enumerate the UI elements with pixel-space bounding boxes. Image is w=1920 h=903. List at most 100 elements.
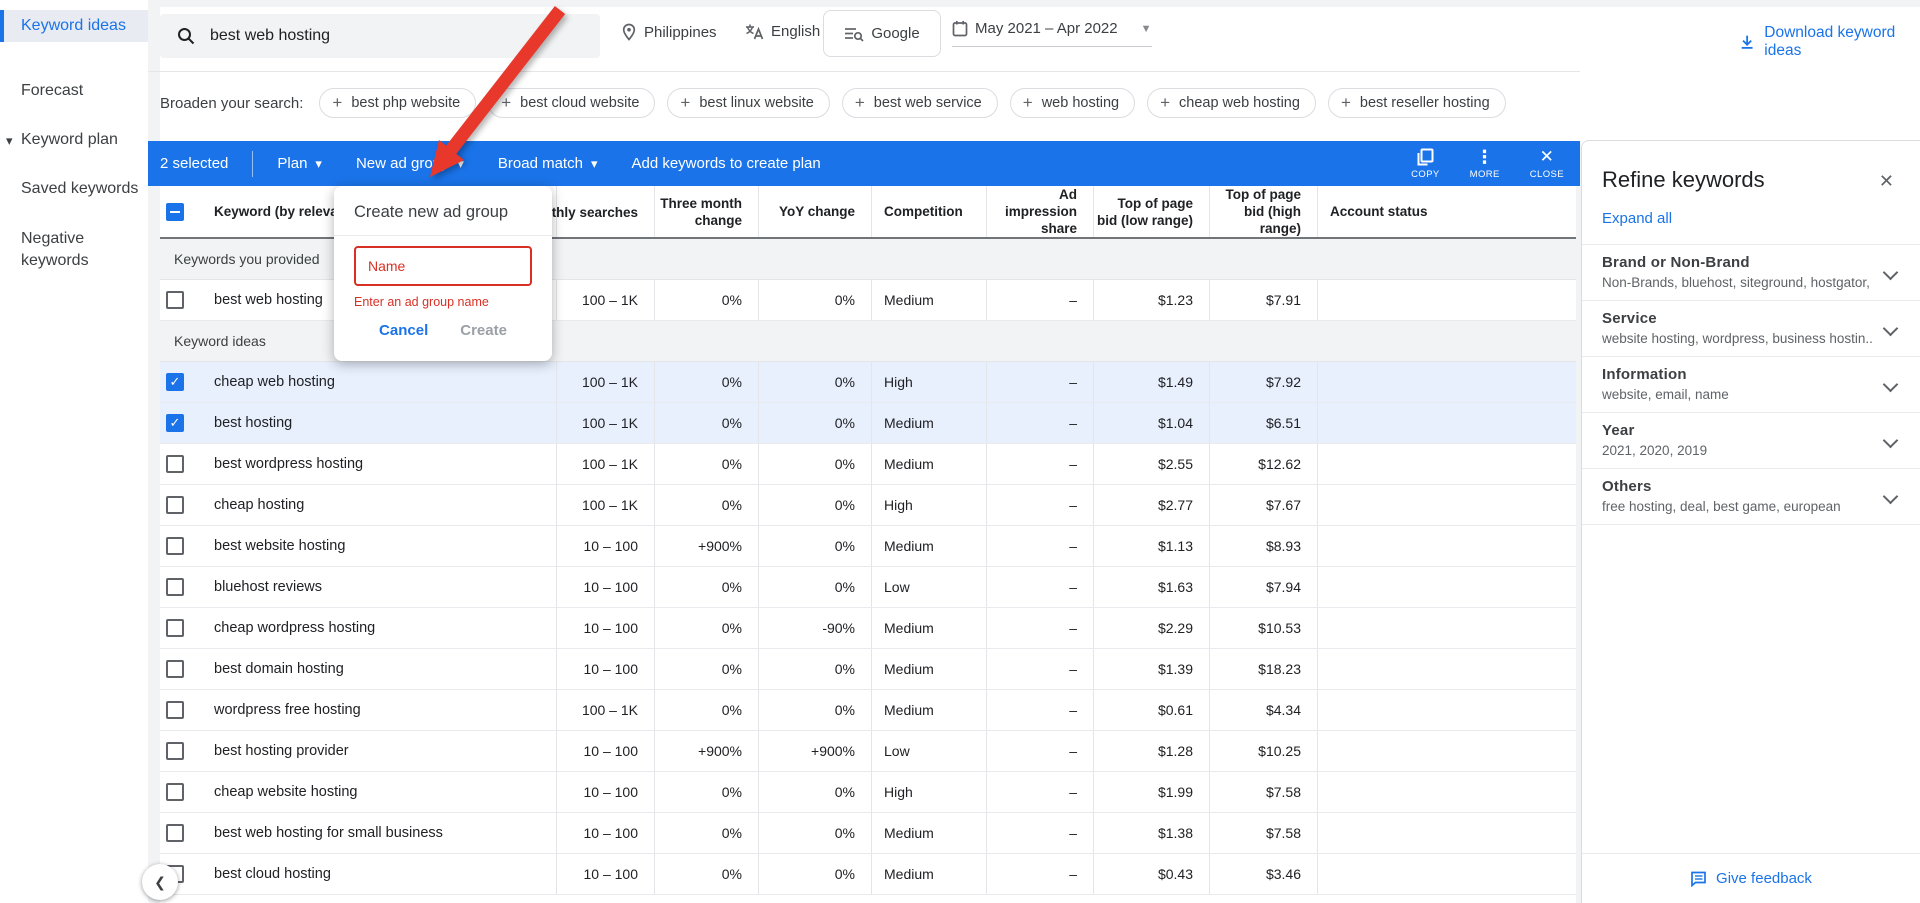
keyword-text: best web hosting for small business	[214, 825, 443, 841]
header-competition[interactable]: Competition	[872, 186, 987, 237]
network-selector[interactable]: Google	[823, 10, 941, 57]
table-row: best website hosting 10 – 100 +900% 0% M…	[160, 526, 1576, 567]
header-top-bid-high[interactable]: Top of page bid (high range)	[1210, 186, 1318, 237]
chip-label: best reseller hosting	[1360, 95, 1490, 111]
sidebar-item-saved-keywords[interactable]: Saved keywords	[0, 180, 148, 198]
sidebar-item-negative-keywords[interactable]: Negative keywords	[0, 228, 148, 272]
table-row: best cloud hosting 10 – 100 0% 0% Medium…	[160, 854, 1576, 895]
header-account-status[interactable]: Account status	[1318, 186, 1576, 237]
avg-searches-cell: 100 – 1K	[557, 362, 655, 402]
sidebar-item-label: Keyword ideas	[21, 17, 126, 35]
ad-group-name-input[interactable]: Name	[354, 246, 532, 286]
row-checkbox[interactable]	[166, 824, 184, 842]
search-input[interactable]: best web hosting	[160, 14, 600, 58]
header-label: Account status	[1330, 203, 1428, 220]
sidebar: Keyword ideas Forecast Keyword plan Save…	[0, 0, 148, 903]
row-checkbox[interactable]	[166, 578, 184, 596]
account-status-cell	[1318, 444, 1576, 484]
competition-cell: Low	[872, 731, 987, 771]
table-row: best wordpress hosting 100 – 1K 0% 0% Me…	[160, 444, 1576, 485]
select-all-checkbox[interactable]	[166, 203, 184, 221]
header-ad-impression-share[interactable]: Ad impression share	[987, 186, 1094, 237]
header-label: Top of page bid (low range)	[1094, 195, 1193, 229]
ad-impression-share-cell: –	[987, 567, 1094, 607]
yoy-change-cell: 0%	[759, 362, 872, 402]
account-status-cell	[1318, 649, 1576, 689]
top-bid-high-cell: $18.23	[1210, 649, 1318, 689]
create-button[interactable]: Create	[460, 322, 507, 339]
account-status-cell	[1318, 690, 1576, 730]
broaden-chip[interactable]: best cloud website	[488, 88, 655, 118]
refine-section[interactable]: Service website hosting, wordpress, busi…	[1582, 301, 1920, 357]
header-top-bid-low[interactable]: Top of page bid (low range)	[1094, 186, 1210, 237]
top-bid-low-cell: $1.39	[1094, 649, 1210, 689]
row-checkbox[interactable]	[166, 701, 184, 719]
popup-actions: Cancel Create	[354, 322, 532, 339]
ad-impression-share-cell: –	[987, 649, 1094, 689]
sidebar-item-keyword-plan[interactable]: Keyword plan	[0, 131, 148, 149]
competition-cell: High	[872, 362, 987, 402]
broaden-chip[interactable]: cheap web hosting	[1147, 88, 1316, 118]
row-checkbox[interactable]	[166, 414, 184, 432]
refine-section[interactable]: Brand or Non-Brand Non-Brands, bluehost,…	[1582, 245, 1920, 301]
keyword-text: best web hosting	[214, 292, 323, 308]
scroll-left-button[interactable]	[142, 864, 178, 900]
header-avg-monthly-searches[interactable]: Avg. monthly searches	[557, 186, 655, 237]
keyword-text: best domain hosting	[214, 661, 344, 677]
more-button[interactable]: MORE	[1470, 148, 1500, 180]
refine-section-subtitle: website, email, name	[1602, 387, 1874, 402]
row-checkbox[interactable]	[166, 291, 184, 309]
expand-all-link[interactable]: Expand all	[1602, 210, 1672, 227]
row-checkbox[interactable]	[166, 660, 184, 678]
header-three-month-change[interactable]: Three month change	[655, 186, 759, 237]
date-range-selector[interactable]: May 2021 – Apr 2022	[952, 20, 1152, 47]
language-selector[interactable]: English	[745, 23, 820, 40]
broaden-chip[interactable]: best linux website	[667, 88, 829, 118]
broaden-chip[interactable]: best reseller hosting	[1328, 88, 1506, 118]
header-label: Ad impression share	[987, 186, 1077, 237]
table-row: cheap hosting 100 – 1K 0% 0% High – $2.7…	[160, 485, 1576, 526]
broaden-chip[interactable]: web hosting	[1010, 88, 1135, 118]
row-checkbox[interactable]	[166, 373, 184, 391]
row-checkbox-cell	[160, 608, 214, 648]
new-ad-group-dropdown[interactable]: New ad group	[356, 155, 464, 172]
top-bid-low-cell: $1.99	[1094, 772, 1210, 812]
download-keyword-ideas-button[interactable]: Download keyword ideas	[1739, 24, 1920, 60]
yoy-change-cell: 0%	[759, 649, 872, 689]
competition-cell: Medium	[872, 608, 987, 648]
refine-section-subtitle: Non-Brands, bluehost, siteground, hostga…	[1602, 275, 1874, 290]
table-row: best domain hosting 10 – 100 0% 0% Mediu…	[160, 649, 1576, 690]
top-bid-low-cell: $1.63	[1094, 567, 1210, 607]
keyword-cell: bluehost reviews	[214, 567, 557, 607]
header-yoy-change[interactable]: YoY change	[759, 186, 872, 237]
keyword-cell: cheap web hosting	[214, 362, 557, 402]
row-checkbox[interactable]	[166, 537, 184, 555]
broaden-chip[interactable]: best web service	[842, 88, 998, 118]
broaden-chip[interactable]: best php website	[319, 88, 476, 118]
add-keywords-button[interactable]: Add keywords to create plan	[631, 155, 820, 172]
location-selector[interactable]: Philippines	[621, 23, 717, 41]
give-feedback-button[interactable]: Give feedback	[1582, 853, 1920, 903]
plus-icon	[1160, 93, 1170, 113]
close-toolbar-button[interactable]: CLOSE	[1530, 148, 1564, 180]
account-status-cell	[1318, 403, 1576, 443]
sidebar-item-keyword-ideas[interactable]: Keyword ideas	[0, 10, 148, 42]
close-panel-icon[interactable]	[1879, 171, 1894, 192]
competition-cell: Medium	[872, 690, 987, 730]
row-checkbox[interactable]	[166, 783, 184, 801]
cancel-button[interactable]: Cancel	[379, 322, 428, 339]
plan-dropdown[interactable]: Plan	[277, 155, 322, 172]
refine-section[interactable]: Others free hosting, deal, best game, eu…	[1582, 469, 1920, 525]
refine-section[interactable]: Information website, email, name	[1582, 357, 1920, 413]
refine-section[interactable]: Year 2021, 2020, 2019	[1582, 413, 1920, 469]
match-type-dropdown[interactable]: Broad match	[498, 155, 598, 172]
copy-button[interactable]: COPY	[1411, 148, 1440, 180]
row-checkbox[interactable]	[166, 742, 184, 760]
ad-impression-share-cell: –	[987, 526, 1094, 566]
account-status-cell	[1318, 362, 1576, 402]
top-bid-high-cell: $10.25	[1210, 731, 1318, 771]
row-checkbox[interactable]	[166, 496, 184, 514]
row-checkbox[interactable]	[166, 619, 184, 637]
row-checkbox[interactable]	[166, 455, 184, 473]
sidebar-item-forecast[interactable]: Forecast	[0, 82, 148, 100]
